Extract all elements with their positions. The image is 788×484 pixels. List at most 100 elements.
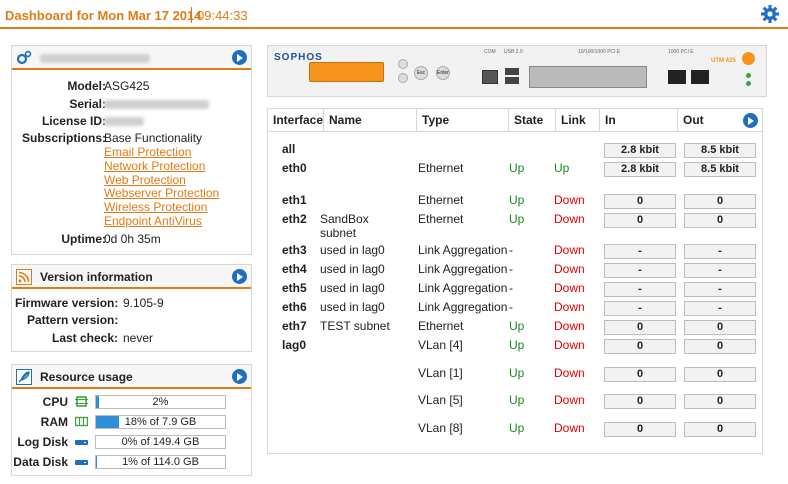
version-panel-header: Version information (12, 265, 251, 289)
subscriptions-label: Subscriptions: (21, 131, 106, 145)
interface-link: Down (554, 393, 585, 407)
usb-port (505, 68, 519, 75)
interface-link: Down (554, 300, 585, 314)
col-name[interactable]: Name (324, 109, 417, 132)
interface-link: Down (554, 319, 585, 333)
traffic-in-box: 2.8 kbit (604, 162, 676, 177)
gear-icon[interactable] (760, 4, 780, 24)
interface-link: Down (554, 193, 585, 207)
sfp-port (691, 70, 709, 84)
traffic-out-box: 0 (684, 339, 756, 354)
traffic-in-box: 0 (604, 422, 676, 437)
ethernet-label: 10/100/1000 PCI E (578, 49, 621, 55)
interface-type: VLan [4] (418, 338, 463, 352)
clock: 09:44:33 (197, 8, 248, 23)
subscription-link-web[interactable]: Web Protection (104, 173, 186, 187)
interface-type: VLan [1] (418, 366, 463, 380)
subscription-link-wireless[interactable]: Wireless Protection (104, 200, 207, 214)
interface-id: eth6 (282, 300, 307, 314)
interface-link: Down (554, 338, 585, 352)
model-badge: UTM 425 (711, 58, 736, 64)
usb-port (505, 77, 519, 84)
col-link[interactable]: Link (556, 109, 600, 132)
col-state[interactable]: State (509, 109, 556, 132)
resource-details-button[interactable] (232, 369, 247, 384)
subscription-link-network[interactable]: Network Protection (104, 159, 205, 173)
ram-icon (75, 416, 88, 427)
up-button[interactable] (398, 59, 408, 69)
version-details-button[interactable] (232, 269, 247, 284)
interfaces-details-button[interactable] (743, 113, 758, 128)
rss-icon (16, 269, 32, 285)
interface-type: Ethernet (418, 319, 464, 333)
interface-type: VLan [8] (418, 421, 463, 435)
col-in[interactable]: In (600, 109, 678, 132)
interface-link: Up (554, 161, 570, 175)
traffic-in-box: - (604, 301, 676, 316)
interface-id: eth3 (282, 243, 307, 257)
interface-link: Down (554, 243, 585, 257)
resource-panel-header: Resource usage (12, 365, 251, 389)
interface-link: Down (554, 366, 585, 380)
interface-id: eth2 (282, 212, 307, 226)
cpu-icon (75, 396, 88, 407)
interface-state: - (509, 281, 513, 295)
interface-id: eth7 (282, 319, 307, 333)
interface-type: VLan [5] (418, 393, 463, 407)
interface-type: Link Aggregation (418, 243, 508, 257)
interface-state: Up (509, 421, 525, 435)
interface-link: Down (554, 281, 585, 295)
interface-link: Down (554, 262, 585, 276)
traffic-in-box: 0 (604, 339, 676, 354)
traffic-out-box: 0 (684, 367, 756, 382)
traffic-out-box: 8.5 kbit (684, 162, 756, 177)
interface-id: eth0 (282, 161, 307, 175)
lastcheck-label: Last check: (52, 331, 119, 345)
cpu-value: 2% (152, 396, 169, 408)
col-interface[interactable]: Interface (268, 109, 324, 132)
enter-button[interactable]: Enter (436, 66, 450, 80)
status-led (746, 81, 751, 86)
serial-redacted (104, 100, 209, 109)
subscription-base: Base Functionality (104, 131, 203, 145)
traffic-in-box: - (604, 282, 676, 297)
disk-icon (75, 460, 88, 465)
ram-label: RAM (40, 415, 68, 429)
logdisk-bar: 0% of 149.4 GB (95, 435, 226, 449)
sfp-port (668, 70, 686, 84)
arrow-right-icon (748, 117, 754, 125)
sophos-emblem (742, 52, 755, 65)
interface-state: Up (509, 338, 525, 352)
subscription-link-webserver[interactable]: Webserver Protection (104, 186, 219, 200)
ram-value: 18% of 7.9 GB (124, 416, 197, 428)
interface-state: - (509, 262, 513, 276)
system-details-button[interactable] (232, 50, 247, 65)
subscription-link-endpoint[interactable]: Endpoint AntiVirus (104, 214, 202, 228)
subscription-link-email[interactable]: Email Protection (104, 145, 191, 159)
license-redacted (104, 117, 144, 126)
esc-button[interactable]: Esc (414, 66, 428, 80)
resource-panel: Resource usage CPU 2% RAM 18% of 7.9 GB … (11, 364, 252, 476)
col-type[interactable]: Type (417, 109, 509, 132)
interface-id: eth4 (282, 262, 307, 276)
interface-id: eth1 (282, 193, 307, 207)
traffic-out-box: 0 (684, 194, 756, 209)
down-button[interactable] (398, 73, 408, 83)
traffic-in-box: 0 (604, 213, 676, 228)
firmware-value: 9.105-9 (123, 296, 164, 310)
interface-link: Down (554, 421, 585, 435)
interface-type: Link Aggregation (418, 262, 508, 276)
interface-name: used in lag0 (320, 300, 385, 314)
interface-id: eth5 (282, 281, 307, 295)
interface-state: Up (509, 212, 525, 226)
traffic-in-box: 0 (604, 367, 676, 382)
interface-name: TEST subnet (320, 319, 390, 333)
system-panel-header (12, 46, 251, 70)
traffic-in-box: 2.8 kbit (604, 143, 676, 158)
traffic-out-box: 0 (684, 394, 756, 409)
settings-icon (16, 50, 32, 65)
model-value: ASG425 (104, 79, 150, 93)
version-panel-title: Version information (40, 270, 153, 284)
top-bar: Dashboard for Mon Mar 17 2014 09:44:33 (0, 0, 788, 29)
interface-state: - (509, 243, 513, 257)
